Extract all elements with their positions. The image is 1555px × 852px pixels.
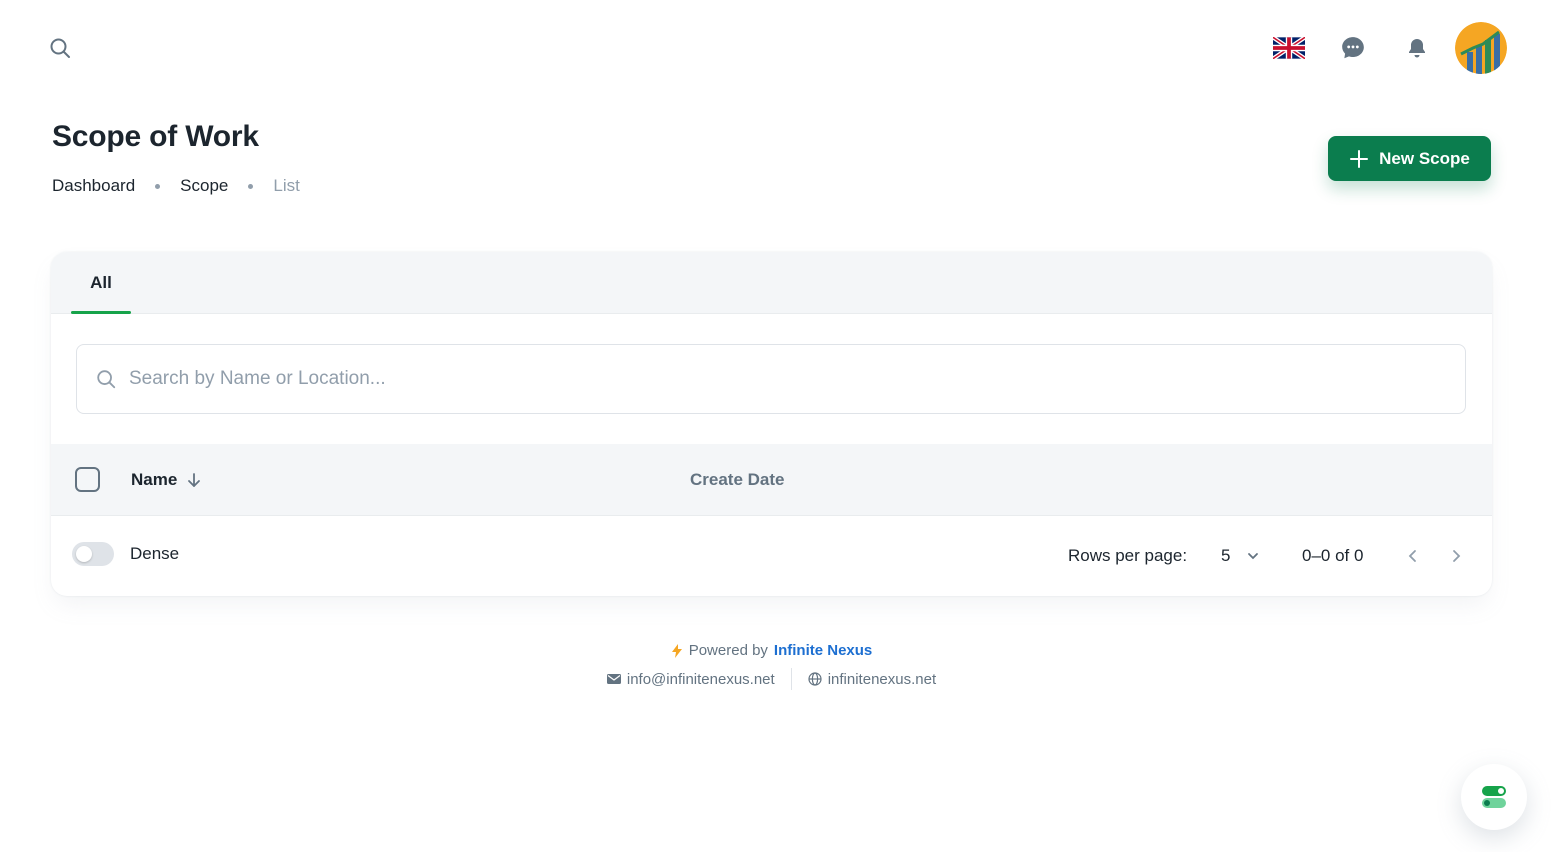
page-title: Scope of Work	[52, 120, 259, 153]
rows-per-page-label: Rows per page:	[1068, 546, 1188, 565]
avatar-chart-icon	[1455, 22, 1507, 74]
website-text: infinitenexus.net	[827, 670, 937, 688]
page: Scope of Work Dashboard Scope List New S…	[0, 0, 1555, 852]
powered-by: Powered by Infinite Nexus	[0, 642, 1543, 659]
chevron-left-icon	[1408, 550, 1416, 562]
contact-links: info@infinitenexus.net infinitenexus.net	[0, 668, 1543, 690]
globe-icon	[808, 672, 822, 686]
arrow-down-icon	[188, 473, 201, 487]
brand-link[interactable]: Infinite Nexus	[774, 642, 872, 659]
tab-all[interactable]: All	[71, 252, 131, 314]
plus-icon	[1350, 149, 1369, 168]
scope-list-card: All Name Create Date Dense Rows per page…	[51, 252, 1492, 596]
breadcrumb-list: List	[273, 176, 300, 195]
search-icon[interactable]	[48, 36, 72, 60]
email-link[interactable]: info@infinitenexus.net	[591, 671, 791, 688]
search-input[interactable]	[129, 368, 1429, 390]
search-field	[76, 344, 1466, 414]
chat-icon	[1342, 37, 1364, 59]
dense-switch[interactable]	[72, 542, 114, 566]
mail-icon	[606, 674, 621, 684]
column-header-name[interactable]: Name	[131, 444, 203, 516]
toggle-settings-icon	[1482, 786, 1506, 808]
column-header-create-date[interactable]: Create Date	[690, 444, 785, 516]
chevron-down-icon	[1248, 553, 1259, 560]
powered-by-text: Powered by	[688, 642, 768, 659]
rows-per-page-select[interactable]: 5	[1221, 544, 1260, 568]
next-page-button[interactable]	[1444, 544, 1468, 568]
column-name-label: Name	[131, 470, 178, 489]
new-scope-button[interactable]: New Scope	[1328, 136, 1491, 181]
tab-indicator	[71, 311, 131, 314]
breadcrumb-scope[interactable]: Scope	[180, 176, 228, 196]
search-icon	[97, 370, 116, 389]
breadcrumb-separator	[155, 183, 161, 189]
settings-fab-button[interactable]	[1461, 764, 1527, 830]
chevron-right-icon	[1453, 550, 1461, 562]
bell-icon	[1409, 39, 1425, 58]
breadcrumb: Dashboard Scope List	[52, 176, 300, 196]
language-button[interactable]	[1257, 22, 1321, 74]
table-footer: Dense Rows per page: 5 0–0 of 0	[51, 516, 1492, 596]
new-scope-label: New Scope	[1379, 148, 1470, 168]
tab-bar: All	[51, 252, 1492, 314]
email-text: info@infinitenexus.net	[626, 670, 775, 688]
notifications-button[interactable]	[1385, 22, 1449, 74]
breadcrumb-dashboard[interactable]: Dashboard	[52, 176, 135, 196]
switch-knob	[76, 546, 92, 562]
previous-page-button[interactable]	[1401, 544, 1425, 568]
uk-flag-icon	[1273, 37, 1305, 59]
chat-button[interactable]	[1321, 22, 1385, 74]
table-header: Name Create Date	[51, 444, 1492, 516]
pagination-range: 0–0 of 0	[1302, 546, 1364, 565]
breadcrumb-separator	[248, 183, 254, 189]
website-link[interactable]: infinitenexus.net	[792, 671, 952, 688]
avatar[interactable]	[1455, 22, 1507, 74]
rows-per-page-value: 5	[1221, 546, 1231, 565]
header-actions	[1257, 22, 1507, 74]
lightning-icon	[671, 643, 682, 658]
select-all-checkbox[interactable]	[75, 467, 100, 492]
dense-label: Dense	[130, 544, 180, 563]
